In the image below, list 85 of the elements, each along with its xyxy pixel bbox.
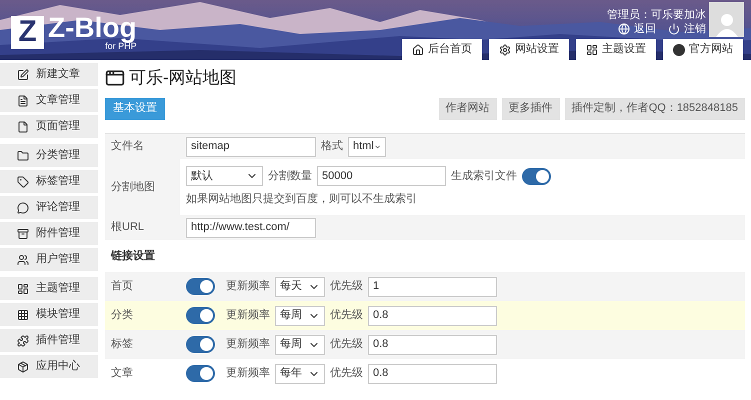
toggle-switch[interactable] xyxy=(186,307,215,324)
page-title: 可乐-网站地图 xyxy=(129,67,237,90)
split-mode-select[interactable]: 默认 xyxy=(186,166,263,186)
layout-icon xyxy=(586,44,598,56)
nav-tab[interactable]: 网站设置 xyxy=(489,39,569,60)
plugin-link[interactable]: 更多插件 xyxy=(502,98,560,120)
nav-tab[interactable]: 官方网站 xyxy=(663,39,743,60)
field-label: 生成索引文件 xyxy=(451,168,517,184)
priority-field[interactable]: 0.8 xyxy=(368,364,497,384)
sidebar-item[interactable]: 附件管理 xyxy=(0,222,98,245)
link-row[interactable]: 标签 更新频率 每周 优先级 0.8 xyxy=(105,330,745,359)
field-label: 优先级 xyxy=(330,308,363,324)
format-select[interactable]: html xyxy=(348,136,386,156)
sidebar-item[interactable]: 分类管理 xyxy=(0,144,98,167)
frequency-select[interactable]: 每周 xyxy=(275,334,325,354)
field-label: 文章 xyxy=(111,366,133,382)
link-row[interactable]: 分类 更新频率 每周 优先级 0.8 xyxy=(105,301,745,330)
tag-icon xyxy=(17,176,29,188)
field-label: 标签 xyxy=(111,337,133,352)
document-icon xyxy=(17,94,29,106)
toggle-switch[interactable] xyxy=(522,168,551,185)
section-heading: 链接设置 xyxy=(111,248,155,264)
sidebar-item[interactable]: 评论管理 xyxy=(0,196,98,219)
field-label: 优先级 xyxy=(330,366,363,382)
toggle-switch[interactable] xyxy=(186,336,215,353)
toggle-switch[interactable] xyxy=(186,278,215,295)
sidebar-item[interactable]: 插件管理 xyxy=(0,329,98,352)
users-icon xyxy=(17,254,29,266)
sidebar-item[interactable]: 页面管理 xyxy=(0,115,98,138)
priority-field[interactable]: 1 xyxy=(368,276,497,296)
power-icon xyxy=(668,23,680,35)
field-label: 更新频率 xyxy=(226,278,270,294)
logout-link[interactable]: 注销 xyxy=(668,22,706,36)
folder-icon xyxy=(17,150,29,162)
grid-icon xyxy=(17,308,29,320)
field-label: 文件名 xyxy=(111,138,144,154)
sidebar-item[interactable]: 标签管理 xyxy=(0,170,98,193)
user-silhouette-icon xyxy=(714,11,740,37)
comment-icon xyxy=(17,202,29,214)
nav-tab[interactable]: 后台首页 xyxy=(402,39,482,60)
layout-icon xyxy=(17,282,29,294)
frequency-select[interactable]: 每天 xyxy=(275,276,325,296)
field-label: 优先级 xyxy=(330,337,363,352)
frequency-select[interactable]: 每周 xyxy=(275,306,325,326)
package-icon xyxy=(17,360,29,372)
back-link[interactable]: 返回 xyxy=(618,22,656,36)
field-label: 分割数量 xyxy=(268,168,312,184)
admin-name: 管理员：可乐要加冰 xyxy=(607,8,706,22)
frequency-select[interactable]: 每年 xyxy=(275,364,325,384)
toggle-switch[interactable] xyxy=(186,365,215,382)
field-label: 更新频率 xyxy=(226,336,270,352)
field-label: 分割地图 xyxy=(111,180,155,195)
globe-icon xyxy=(618,23,630,35)
archive-icon xyxy=(17,228,29,240)
sidebar-item[interactable]: 应用中心 xyxy=(0,355,98,378)
edit-icon xyxy=(17,68,29,80)
field-label: 更新频率 xyxy=(226,308,270,324)
field-label: 格式 xyxy=(321,139,343,154)
gear-icon xyxy=(499,44,511,56)
root-url-field[interactable]: http://www.test.com/ xyxy=(186,218,316,238)
split-count-field[interactable]: 50000 xyxy=(317,166,446,186)
priority-field[interactable]: 0.8 xyxy=(368,334,497,354)
field-label: 首页 xyxy=(111,279,133,294)
logo-subtitle: for PHP xyxy=(105,42,137,50)
field-label: 根URL xyxy=(111,220,144,236)
page-icon xyxy=(17,120,29,132)
plugin-link[interactable]: 作者网站 xyxy=(438,98,497,120)
plugin-link[interactable]: 插件定制，作者QQ：1852848185 xyxy=(564,98,745,120)
priority-field[interactable]: 0.8 xyxy=(368,306,497,326)
window-icon xyxy=(105,68,125,88)
hint-text: 如果网站地图只提交到百度，则可以不生成索引 xyxy=(186,192,418,208)
sidebar-item[interactable]: 文章管理 xyxy=(0,89,98,112)
field-label: 更新频率 xyxy=(226,366,270,382)
filename-field[interactable]: sitemap xyxy=(186,136,316,156)
field-label: 优先级 xyxy=(330,279,363,294)
sidebar-item[interactable]: 新建文章 xyxy=(0,63,98,86)
sidebar-item[interactable]: 主题管理 xyxy=(0,277,98,300)
puzzle-icon xyxy=(17,334,29,346)
logo-mark: Z xyxy=(11,16,44,48)
home-icon xyxy=(412,44,424,56)
sidebar-item[interactable]: 模块管理 xyxy=(0,303,98,326)
link-row[interactable]: 首页 更新频率 每天 优先级 1 xyxy=(105,272,745,301)
field-label: 分类 xyxy=(111,308,133,324)
nav-tab[interactable]: 主题设置 xyxy=(576,39,656,60)
sidebar-item[interactable]: 用户管理 xyxy=(0,248,98,271)
